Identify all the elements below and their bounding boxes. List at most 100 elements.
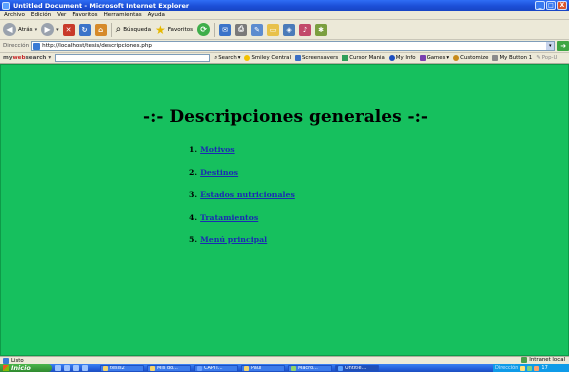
favorites-button[interactable]: ★ Favoritos [155, 24, 193, 36]
nav-item-number: 3. [189, 190, 198, 199]
menu-archivo[interactable]: Archivo [4, 12, 25, 18]
folder-icon[interactable]: ▭ [267, 23, 280, 36]
edit-icon[interactable]: ✎ [251, 23, 264, 36]
nav-item-estados-nutricionales: 3. Estados nutricionales [189, 190, 295, 213]
task-label: Macro... [298, 365, 318, 371]
link-menu-principal[interactable]: Menú principal [200, 235, 267, 244]
nav-item-motivos: 1. Motivos [189, 145, 295, 168]
tray-address-label[interactable]: Dirección [495, 365, 518, 371]
link-motivos[interactable]: Motivos [200, 145, 235, 154]
tools-icon[interactable]: ✱ [315, 23, 328, 36]
my-button-1[interactable]: My Button 1 [492, 55, 532, 61]
ie-icon [338, 365, 343, 371]
folder-icon [150, 365, 155, 371]
customize-label: Customize [460, 55, 489, 61]
home-icon[interactable]: ⌂ [94, 23, 107, 36]
address-url[interactable]: http://localhost/tesis/descripciones.php [42, 43, 546, 49]
start-button[interactable]: Inicio [0, 364, 52, 372]
chevron-down-icon[interactable]: ▾ [546, 42, 555, 50]
link-tratamientos[interactable]: Tratamientos [200, 213, 258, 222]
messenger-icon[interactable]: ◈ [283, 23, 296, 36]
games-icon [419, 55, 426, 61]
history-icon[interactable]: ⟳ [197, 23, 211, 36]
gear-icon [453, 55, 460, 61]
taskbar-item-untitled[interactable]: Untitle... [335, 364, 379, 372]
window-title: Untitled Document - Microsoft Internet E… [13, 1, 190, 10]
taskbar-item-paul[interactable]: Paul [241, 364, 285, 372]
quicklaunch-icon[interactable] [82, 365, 88, 371]
more-label: Pop-U [541, 55, 558, 61]
tray-icon[interactable] [527, 365, 533, 371]
page-content: -:- Descripciones generales -:- 1. Motivo… [0, 64, 569, 356]
window-titlebar[interactable]: Untitled Document - Microsoft Internet E… [0, 0, 569, 11]
link-estados-nutricionales[interactable]: Estados nutricionales [200, 190, 295, 199]
mywebsearch-logo[interactable]: mywebsearch ▾ [3, 55, 51, 61]
mail-icon[interactable]: ✉ [219, 23, 232, 36]
my-info-button[interactable]: My Info [388, 55, 416, 61]
monitor-icon [295, 55, 301, 61]
smiley-label: Smiley Central [251, 55, 291, 61]
smiley-central-button[interactable]: Smiley Central [244, 55, 291, 61]
task-label: tesis2 [110, 365, 125, 371]
nav-item-tratamientos: 4. Tratamientos [189, 213, 295, 236]
cursor-mania-button[interactable]: Cursor Mania [342, 55, 385, 61]
back-button[interactable]: ◀ Atrás ▾ [3, 23, 37, 36]
popup-blocker-button[interactable]: ✎ Pop-U [536, 55, 557, 61]
nav-item-destinos: 2. Destinos [189, 168, 295, 191]
address-label: Dirección [3, 43, 30, 49]
quicklaunch-icon[interactable] [55, 365, 61, 371]
page-icon [33, 42, 41, 50]
folder-icon [244, 365, 249, 371]
toolbar-search-button[interactable]: ⌕ Search ▾ [214, 55, 240, 62]
taskbar-item-macro[interactable]: Macro... [288, 364, 332, 372]
button-icon [492, 55, 499, 61]
stop-icon[interactable]: ✕ [62, 23, 75, 36]
clock: 17 [541, 365, 548, 371]
tray-icon[interactable] [520, 365, 526, 371]
quicklaunch-icon[interactable] [73, 365, 79, 371]
toolbar-separator [214, 22, 216, 37]
close-button[interactable]: X [557, 1, 567, 10]
nav-item-number: 5. [189, 235, 198, 244]
nav-item-number: 2. [189, 167, 198, 177]
windows-logo-icon [3, 365, 9, 371]
nav-item-number: 1. [189, 145, 198, 154]
pencil-icon: ✎ [536, 55, 541, 61]
toolbar-search-input[interactable] [55, 54, 211, 62]
minimize-button[interactable]: _ [535, 1, 545, 10]
search-button[interactable]: ⌕ Búsqueda [116, 24, 151, 35]
chevron-down-icon: ▾ [34, 26, 38, 33]
folder-icon [103, 365, 108, 371]
quicklaunch-icon[interactable] [64, 365, 70, 371]
cursor-label: Cursor Mania [349, 55, 385, 61]
address-input[interactable]: http://localhost/tesis/descripciones.php… [31, 41, 556, 51]
menu-favoritos[interactable]: Favoritos [72, 12, 97, 18]
myinfo-label: My Info [395, 55, 416, 61]
refresh-icon[interactable]: ↻ [78, 23, 91, 36]
forward-button[interactable]: ▶ ▾ [41, 23, 59, 36]
nav-item-number: 4. [189, 212, 198, 222]
maximize-button[interactable]: □ [546, 1, 556, 10]
menu-edicion[interactable]: Edición [31, 12, 51, 18]
tray-icon[interactable] [534, 365, 540, 371]
games-button[interactable]: Games ▾ [419, 55, 449, 61]
brand-suffix: search [25, 55, 47, 61]
menu-herramientas[interactable]: Herramientas [104, 12, 142, 18]
menu-ver[interactable]: Ver [57, 12, 66, 18]
app-icon [291, 365, 296, 371]
media-icon[interactable]: ♪ [299, 23, 312, 36]
back-label: Atrás [18, 26, 33, 33]
go-button[interactable]: ➜ [557, 41, 569, 51]
start-label: Inicio [11, 364, 31, 372]
menu-bar: Archivo Edición Ver Favoritos Herramient… [0, 11, 569, 20]
task-label: Paul [251, 365, 262, 371]
link-destinos[interactable]: Destinos [200, 168, 238, 177]
taskbar-item-mis-documentos[interactable]: Mis do... [147, 364, 191, 372]
taskbar-item-capit[interactable]: CAPIT... [194, 364, 238, 372]
menu-ayuda[interactable]: Ayuda [148, 12, 165, 18]
mybutton-label: My Button 1 [499, 55, 533, 61]
print-icon[interactable]: ⎙ [235, 23, 248, 36]
screensavers-button[interactable]: Screensavers [295, 55, 338, 61]
customize-button[interactable]: Customize [453, 55, 488, 61]
taskbar-item-tesis2[interactable]: tesis2 [100, 364, 144, 372]
